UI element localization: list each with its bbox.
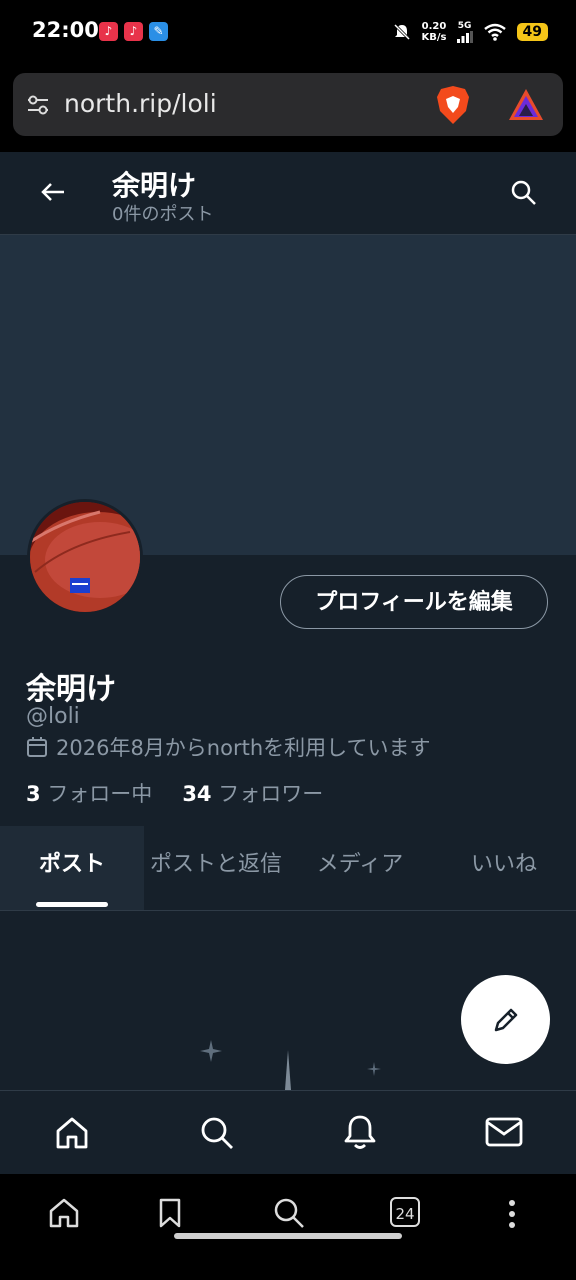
avatar-image: [30, 502, 140, 612]
joined-date-row: 2026年8月からnorthを利用しています: [26, 732, 431, 762]
mute-icon: [393, 23, 410, 41]
bookmark-icon[interactable]: [158, 1197, 182, 1229]
search-icon[interactable]: [510, 179, 538, 207]
following-label: フォロー中: [47, 782, 153, 806]
joined-date: 2026年8月からnorthを利用しています: [56, 736, 431, 760]
following-link[interactable]: 3 フォロー中: [26, 778, 152, 808]
home-indicator[interactable]: [174, 1233, 402, 1239]
search-icon[interactable]: [199, 1115, 235, 1151]
brave-shields-icon[interactable]: [435, 85, 471, 125]
home-icon[interactable]: [54, 1115, 90, 1151]
notification-app-icon: ♪: [124, 22, 143, 41]
mail-icon[interactable]: [485, 1117, 523, 1147]
edit-profile-button[interactable]: プロフィールを編集: [280, 575, 548, 629]
compose-post-button[interactable]: [461, 975, 550, 1064]
more-icon[interactable]: [506, 1199, 518, 1229]
header-title: 余明け: [112, 169, 197, 202]
notification-app-icon: ♪: [99, 22, 118, 41]
tab-posts[interactable]: ポスト: [0, 826, 144, 910]
sparkle-decoration: [200, 1040, 381, 1090]
status-time: 22:00: [32, 18, 99, 42]
profile-header: 余明け 0件のポスト: [0, 152, 576, 235]
network-speed: 0.20 KB/s: [422, 21, 447, 43]
status-indicators: 0.20 KB/s 5G 49: [392, 18, 548, 46]
back-arrow-icon[interactable]: [40, 180, 66, 204]
tab-posts-and-replies[interactable]: ポストと返信: [144, 826, 288, 910]
follow-stats: 3 フォロー中 34 フォロワー: [26, 778, 323, 808]
browser-bottom-nav: [0, 1174, 576, 1280]
followers-link[interactable]: 34 フォロワー: [182, 778, 323, 808]
active-tab-indicator: [36, 902, 108, 907]
tab-media[interactable]: メディア: [288, 826, 432, 910]
browser-toolbar: north.rip/loli: [0, 64, 576, 152]
followers-count: 34: [182, 782, 212, 806]
url-bar[interactable]: north.rip/loli: [13, 73, 563, 136]
wifi-icon: [483, 23, 506, 41]
display-name: 余明け: [26, 672, 116, 707]
signal-bars-icon: [456, 31, 473, 43]
app-bottom-nav: [0, 1090, 576, 1175]
status-bar: 22:00 ♪ ♪ ✎ 0.20 KB/s 5G 49: [0, 0, 576, 64]
notification-feather-icon: ✎: [149, 22, 168, 41]
avatar[interactable]: [27, 499, 143, 615]
tabs-icon[interactable]: 24: [390, 1197, 420, 1227]
signal-label: 5G: [457, 21, 472, 31]
network-speed-unit: KB/s: [421, 32, 447, 43]
network-speed-value: 0.20: [421, 21, 447, 32]
calendar-icon: [27, 737, 47, 757]
brave-rewards-icon[interactable]: [507, 87, 545, 123]
followers-label: フォロワー: [218, 782, 324, 806]
battery-indicator: 49: [516, 23, 548, 41]
handle: @loli: [26, 704, 80, 729]
signal-indicator: 5G: [456, 21, 473, 43]
bell-icon[interactable]: [342, 1113, 378, 1151]
pencil-icon: [494, 1008, 518, 1032]
search-icon[interactable]: [272, 1196, 306, 1230]
following-count: 3: [26, 782, 41, 806]
url-text[interactable]: north.rip/loli: [64, 89, 217, 118]
home-icon[interactable]: [48, 1197, 80, 1229]
tab-likes[interactable]: いいね: [432, 826, 576, 910]
post-count: 0件のポスト: [112, 204, 214, 225]
profile-tabs: ポスト ポストと返信 メディア いいね: [0, 826, 576, 911]
site-settings-icon[interactable]: [26, 93, 50, 117]
